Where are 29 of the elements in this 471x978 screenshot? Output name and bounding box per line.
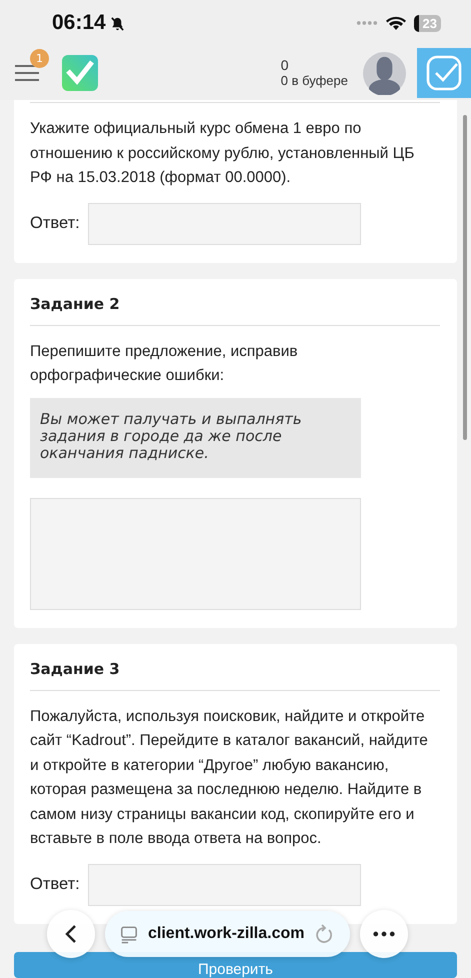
buffer-label: 0 в буфере [280, 73, 348, 89]
menu-icon[interactable] [15, 63, 39, 83]
muted-bell-icon [110, 16, 125, 30]
answer-field[interactable] [88, 202, 361, 244]
page-icon [120, 924, 138, 944]
tasks-button[interactable] [417, 48, 471, 98]
clock-time: 06:14 [52, 11, 106, 35]
notification-badge: 1 [30, 49, 49, 68]
url-text: client.work-zilla.com [148, 925, 304, 943]
quoted-sentence: Вы может палучать и выпалнять задания в городе да же после оканчания падниске. [30, 398, 361, 478]
task-text: Укажите официальный курс обмена 1 евро по отношению к российскому рублю, установленный ЦБ РФ на 15.03.2018 (формат 00.0000). [30, 119, 416, 188]
task-text: Пожалуйста, используя поисковик, найдите и откройте сайт “Kadrout”. Перейдите в каталог вакансий, найдите и откройте в категории “Другое” любую вакансию, которая размещена за последнюю неделю. Найдите в самом низу страницы вакансии код, скопируйте его и вставьте в поле ввода ответа на вопрос. [30, 706, 429, 849]
answer-label: Ответ: [30, 875, 78, 894]
check-icon [426, 55, 462, 91]
more-icon [373, 931, 396, 937]
task-title: Задание 2 [30, 294, 121, 314]
address-bar[interactable]: client.work-zilla.com [105, 911, 350, 957]
back-icon [65, 924, 77, 944]
signal-icon [356, 20, 378, 26]
wifi-icon [386, 16, 406, 30]
app-logo-icon[interactable] [62, 55, 98, 91]
task-title: Задание 3 [30, 658, 121, 680]
balance-count: 0 [280, 57, 290, 73]
task-text: Перепишите предложение, исправив орфографические ошибки: [30, 342, 299, 386]
answer-field[interactable] [88, 864, 361, 906]
avatar-icon[interactable] [363, 52, 406, 94]
reload-icon[interactable] [314, 924, 334, 944]
battery-level: 23 [414, 14, 441, 32]
answer-label: Ответ: [30, 214, 78, 233]
